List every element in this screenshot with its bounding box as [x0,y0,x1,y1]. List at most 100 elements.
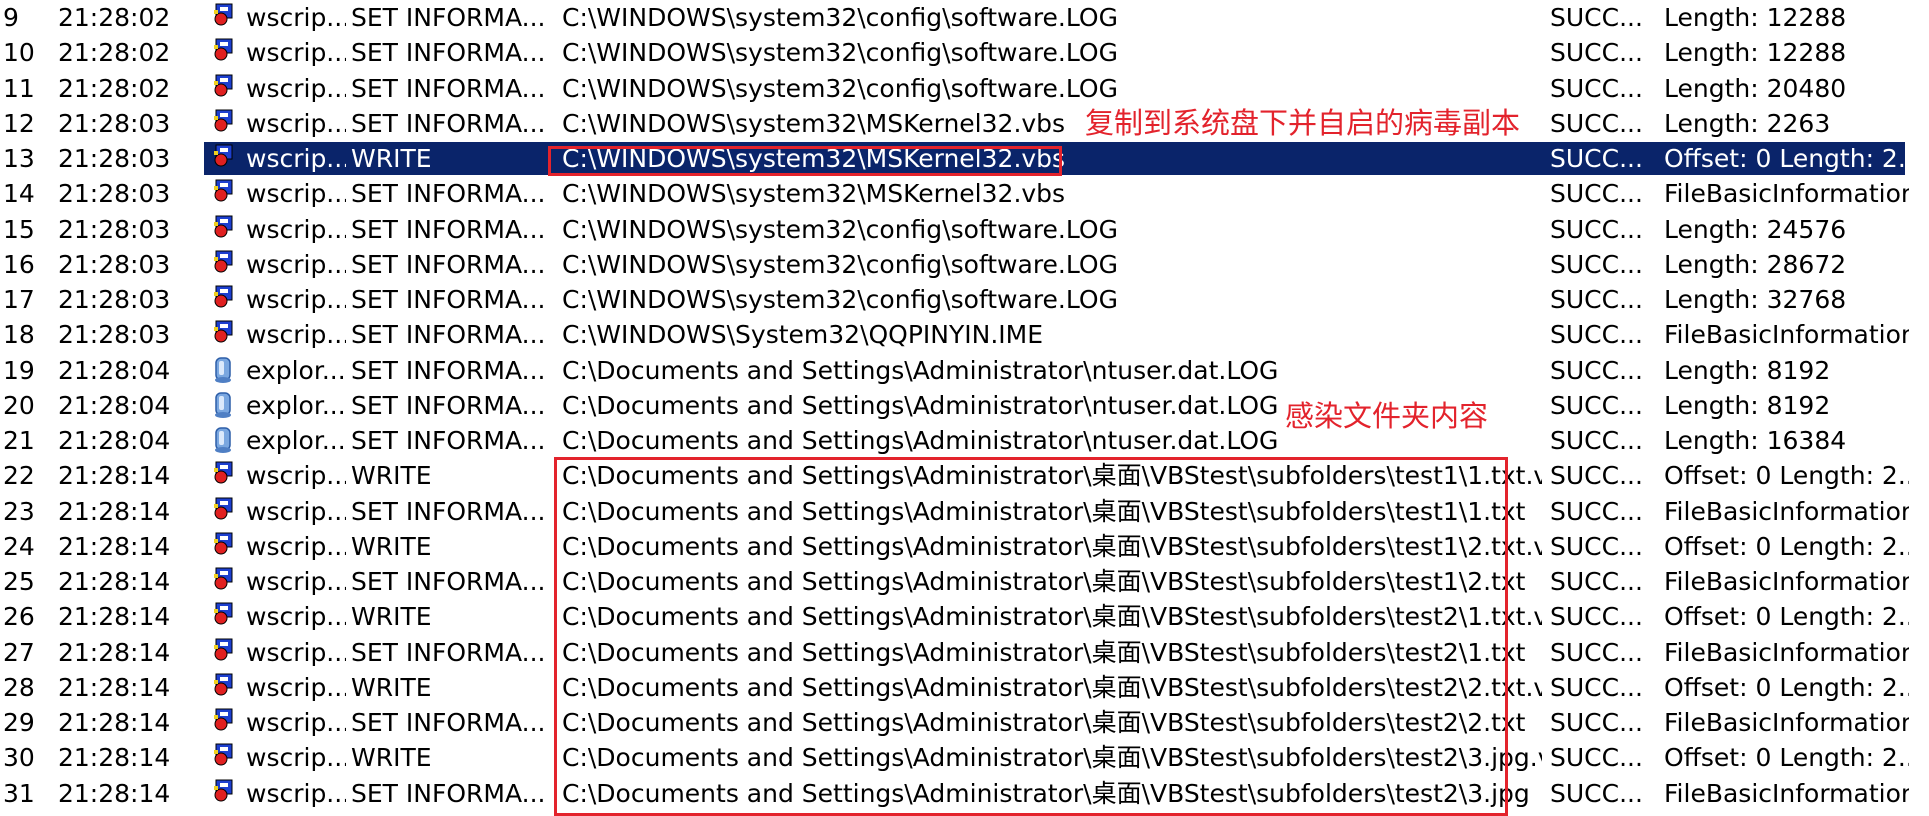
event-time: 21:28:14 [58,496,171,526]
table-row[interactable]: 11 21:28:02 wscrip... SET INFORMA... C:\WIND… [0,71,1905,106]
operation: SET INFORMA... [351,426,546,455]
result: SUCC... [1550,285,1643,314]
operation: SET INFORMA... [351,285,546,314]
process-name: wscrip... [246,73,346,103]
explorer-process-icon [210,355,240,385]
operation: SET INFORMA... [351,73,546,103]
event-time: 21:28:14 [58,672,171,702]
table-row[interactable]: 19 21:28:04 explor... SET INFORMA... C:\Docu… [0,353,1905,388]
annotation-box-infect [554,457,1508,816]
row-index: 10 [3,38,35,68]
table-row[interactable]: 17 21:28:03 wscrip... SET INFORMA... C:\WIND… [0,282,1905,317]
operation: SET INFORMA... [351,249,546,279]
detail: Length: 12288 [1664,38,1847,68]
event-time: 21:28:03 [58,144,171,173]
row-index: 11 [3,73,35,103]
process-name: wscrip... [246,179,346,209]
wscript-process-icon [210,249,240,279]
event-time: 21:28:02 [58,73,171,103]
process-name: wscrip... [246,567,346,596]
result: SUCC... [1550,426,1643,455]
process-name: explor... [246,426,346,455]
wscript-process-icon [210,284,240,314]
operation: SET INFORMA... [351,637,546,667]
detail: Offset: 0 Length: 2... [1664,144,1909,173]
file-path: C:\WINDOWS\system32\MSKernel32.vbs [562,179,1066,209]
detail: Offset: 0 Length: 2... [1664,602,1909,632]
table-row[interactable]: 14 21:28:03 wscrip... SET INFORMA... C:\WIND… [0,176,1909,211]
process-name: wscrip... [246,743,346,773]
file-path: C:\WINDOWS\system32\config\software.LOG [562,3,1118,32]
event-time: 21:28:02 [58,3,171,32]
file-path: C:\WINDOWS\system32\config\software.LOG [562,285,1118,314]
row-index: 26 [3,602,35,632]
row-index: 13 [3,144,35,173]
table-row[interactable]: 16 21:28:03 wscrip... SET INFORMA... C:\WIND… [0,247,1905,282]
operation: SET INFORMA... [351,355,546,385]
row-index: 9 [3,3,19,32]
wscript-process-icon [210,319,240,349]
operation: SET INFORMA... [351,567,546,596]
result: SUCC... [1550,390,1643,420]
operation: SET INFORMA... [351,778,546,808]
row-index: 15 [3,214,35,244]
row-index: 21 [3,426,35,455]
result: SUCC... [1550,778,1643,808]
event-time: 21:28:04 [58,426,171,455]
result: SUCC... [1550,496,1643,526]
row-index: 18 [3,320,35,350]
process-name: wscrip... [246,144,346,173]
table-row[interactable]: 12 21:28:03 wscrip... SET INFORMA... C:\WIND… [0,106,1905,141]
wscript-process-icon [210,742,240,772]
process-name: explor... [246,355,346,385]
operation: WRITE [351,461,432,491]
detail: Length: 2263 [1664,108,1831,138]
file-path: C:\WINDOWS\System32\QQPINYIN.IME [562,320,1044,350]
table-row[interactable]: 10 21:28:02 wscrip... SET INFORMA... C:\WIND… [0,35,1905,70]
process-name: wscrip... [246,602,346,632]
process-name: wscrip... [246,461,346,491]
process-name: wscrip... [246,708,346,737]
file-path: C:\WINDOWS\system32\config\software.LOG [562,214,1118,244]
event-time: 21:28:03 [58,214,171,244]
result: SUCC... [1550,249,1643,279]
detail: Offset: 0 Length: 2... [1664,531,1909,561]
event-time: 21:28:14 [58,637,171,667]
result: SUCC... [1550,214,1643,244]
wscript-process-icon [210,601,240,631]
detail: FileBasicInformation [1664,637,1909,667]
detail: Offset: 0 Length: 2... [1664,743,1909,773]
row-index: 22 [3,461,35,491]
detail: Offset: 0 Length: 2... [1664,461,1909,491]
operation: WRITE [351,672,432,702]
result: SUCC... [1550,461,1643,491]
operation: WRITE [351,743,432,773]
event-time: 21:28:14 [58,778,171,808]
table-row[interactable]: 21 21:28:04 explor... SET INFORMA... C:\Docu… [0,423,1905,458]
wscript-process-icon [210,496,240,526]
annotation-box-copy [548,146,1062,176]
wscript-process-icon [210,178,240,208]
wscript-process-icon [210,73,240,103]
detail: FileBasicInformation [1664,179,1909,209]
operation: SET INFORMA... [351,214,546,244]
table-row[interactable]: 18 21:28:03 wscrip... SET INFORMA... C:\WIND… [0,317,1909,352]
wscript-process-icon [210,778,240,808]
event-time: 21:28:14 [58,708,171,737]
table-row[interactable]: 20 21:28:04 explor... SET INFORMA... C:\Docu… [0,388,1905,423]
row-index: 19 [3,355,35,385]
event-time: 21:28:03 [58,285,171,314]
result: SUCC... [1550,144,1643,173]
event-time: 21:28:04 [58,355,171,385]
explorer-process-icon [210,390,240,420]
event-time: 21:28:14 [58,602,171,632]
wscript-process-icon [210,143,240,173]
process-name: wscrip... [246,38,346,68]
result: SUCC... [1550,38,1643,68]
row-index: 16 [3,249,35,279]
wscript-process-icon [210,108,240,138]
table-row[interactable]: 9 21:28:02 wscrip... SET INFORMA... C:\WINDO… [0,0,1905,35]
row-index: 17 [3,285,35,314]
event-time: 21:28:03 [58,320,171,350]
table-row[interactable]: 15 21:28:03 wscrip... SET INFORMA... C:\WIND… [0,212,1905,247]
